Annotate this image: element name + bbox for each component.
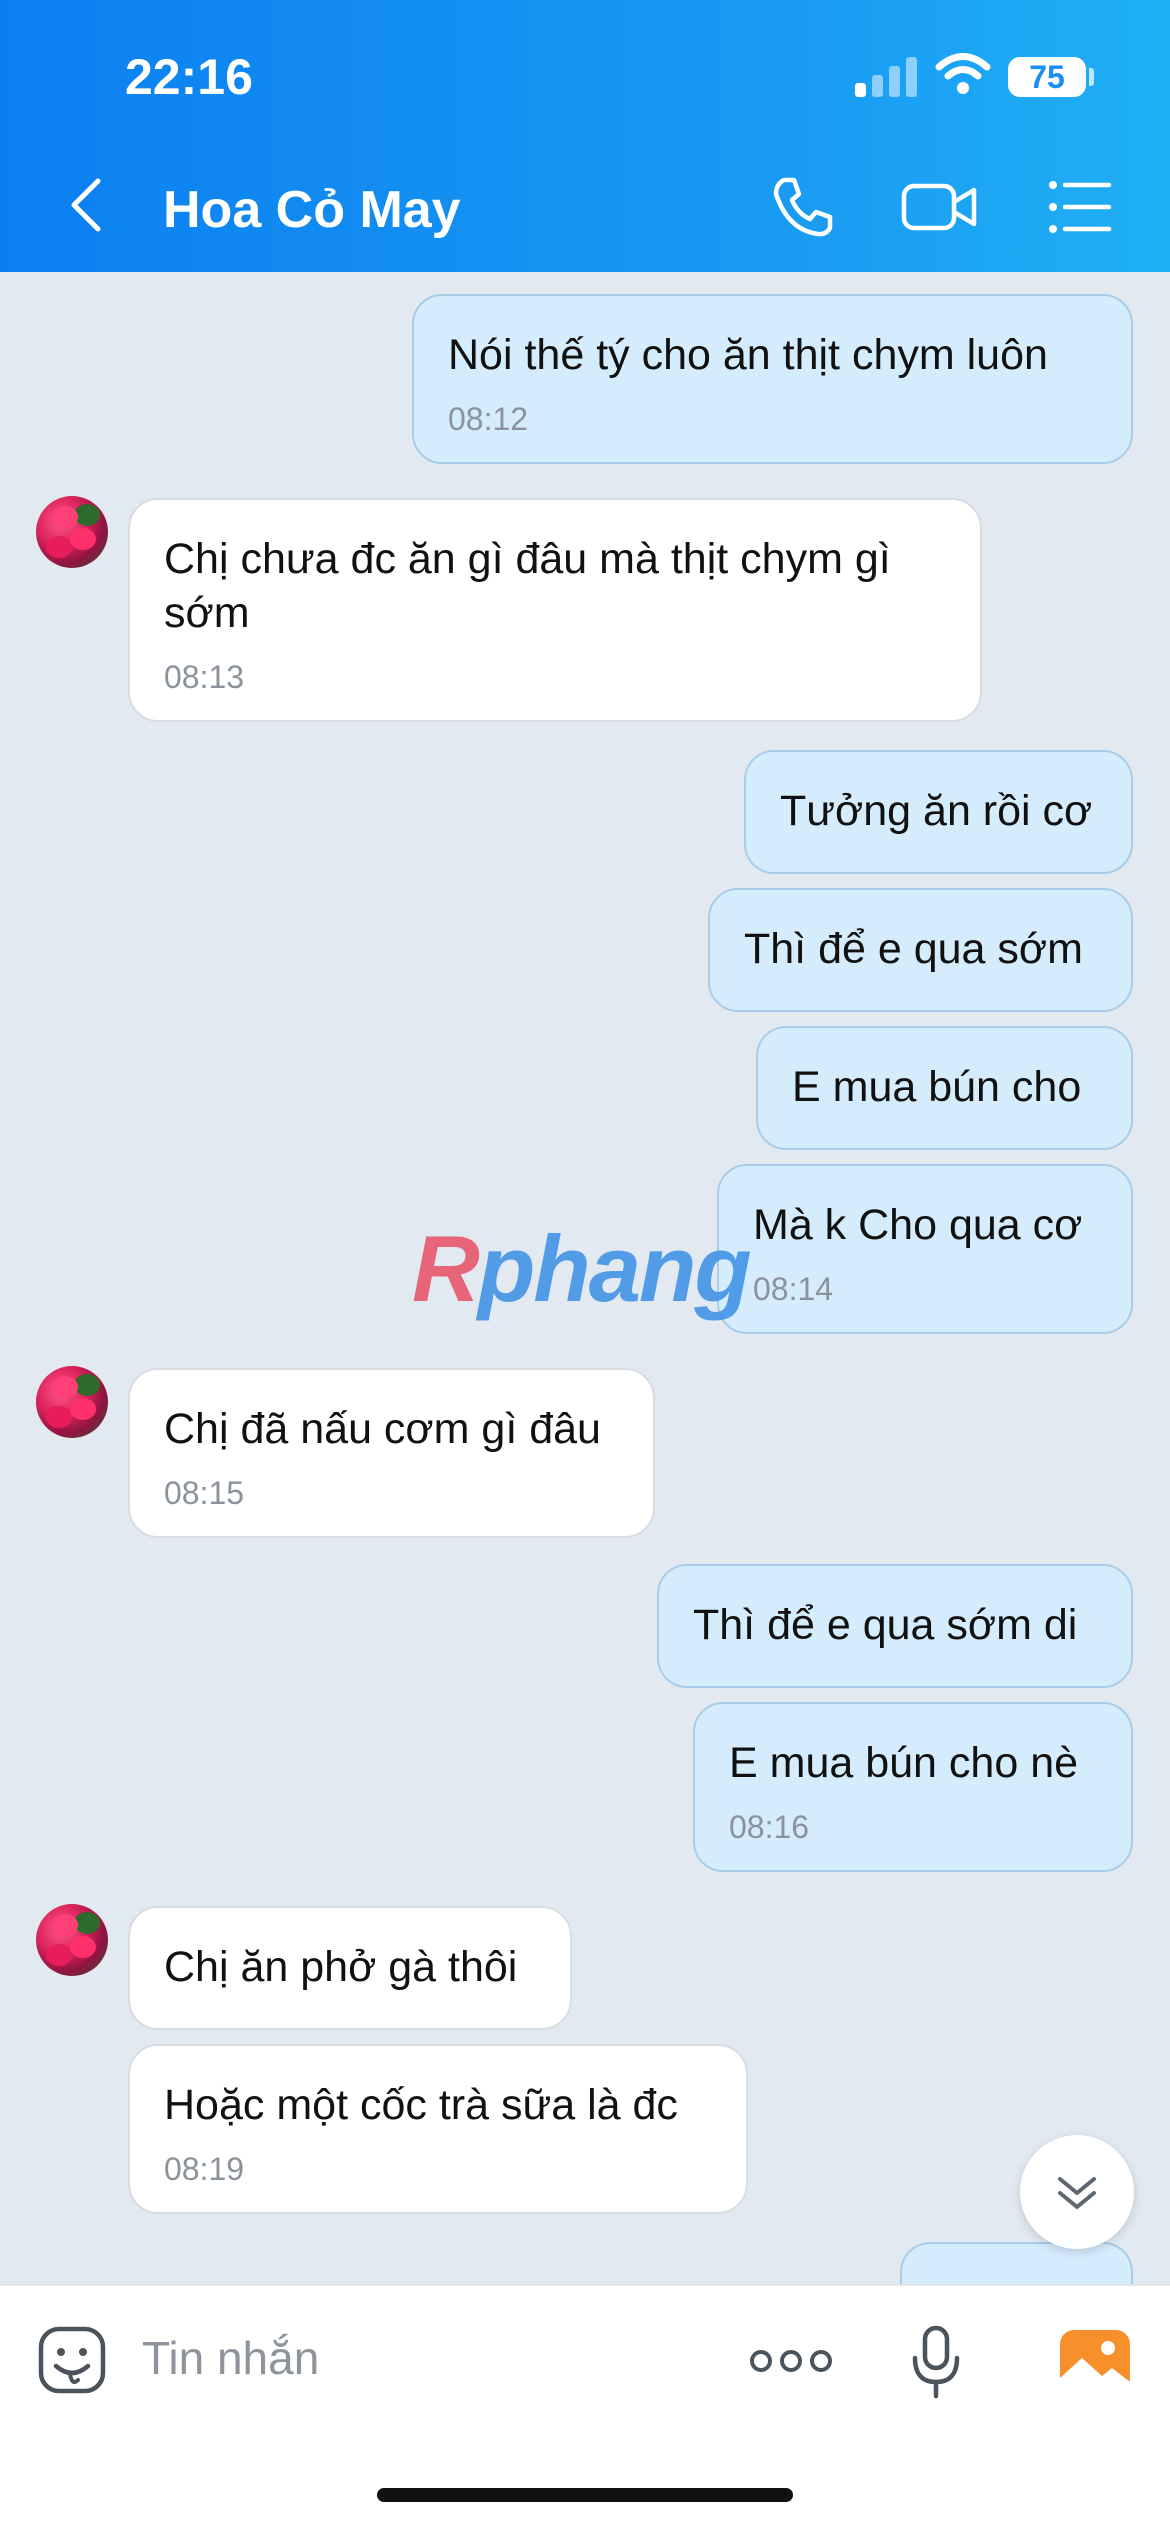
message-bubble-sent[interactable]: E mua bún cho nè 08:16 <box>693 1702 1133 1872</box>
message-text: Thì để e qua sớm <box>744 925 1083 973</box>
wifi-icon <box>935 53 991 94</box>
avatar[interactable] <box>36 496 108 568</box>
message-bubble-received[interactable]: Chị đã nấu cơm gì đâu 08:15 <box>128 1368 655 1538</box>
battery-level: 75 <box>1029 59 1065 95</box>
message-bubble-sent[interactable]: Nói thế tý cho ăn thịt chym luôn 08:12 <box>412 294 1133 464</box>
message-bubble-sent[interactable]: Thì để e qua sớm <box>708 888 1133 1012</box>
message-bubble-sent[interactable]: Tưởng ăn rồi cơ <box>744 750 1133 874</box>
message-bubble-received[interactable]: Chị chưa đc ăn gì đâu mà thịt chym gì sớ… <box>128 498 982 722</box>
avatar[interactable] <box>36 1366 108 1438</box>
message-time: 08:16 <box>729 1809 810 1845</box>
microphone-icon[interactable] <box>906 2322 966 2402</box>
image-gallery-icon[interactable] <box>1058 2328 1132 2394</box>
message-text: Chị chưa đc ăn gì đâu mà thịt chym gì sớ… <box>164 535 891 637</box>
sticker-face-icon[interactable] <box>36 2324 108 2396</box>
chat-header: 22:16 75 Hoa Cỏ May <box>0 0 1170 272</box>
message-time: 08:14 <box>753 1271 834 1307</box>
more-dots-icon[interactable] <box>748 2344 834 2378</box>
message-bubble-received[interactable]: Hoặc một cốc trà sữa là đc 08:19 <box>128 2044 748 2214</box>
battery-icon: 75 <box>1008 57 1086 97</box>
double-chevron-down-icon <box>1058 2177 1096 2209</box>
conversation-title[interactable]: Hoa Cỏ May <box>163 180 461 240</box>
home-indicator <box>377 2488 793 2502</box>
video-camera-icon[interactable] <box>900 172 980 242</box>
message-bubble-sent[interactable]: Thì để e qua sớm di <box>657 1564 1133 1688</box>
chevron-left-icon[interactable] <box>60 175 120 235</box>
message-bubble-sent[interactable]: Mà k Cho qua cơ 08:14 <box>717 1164 1133 1334</box>
message-time: 08:13 <box>164 659 245 695</box>
phone-icon[interactable] <box>768 172 838 242</box>
message-time: 08:12 <box>448 401 529 437</box>
message-input[interactable]: Tin nhắn <box>142 2331 319 2385</box>
message-time: 08:19 <box>164 2151 245 2187</box>
message-text: Hoặc một cốc trà sữa là đc <box>164 2081 678 2129</box>
cellular-signal-icon <box>855 55 917 97</box>
status-time: 22:16 <box>125 49 253 105</box>
message-text: Thì để e qua sớm di <box>693 1601 1078 1649</box>
message-text: Mà k Cho qua cơ <box>753 1201 1083 1249</box>
message-text: Nói thế tý cho ăn thịt chym luôn <box>448 331 1048 379</box>
message-bubble-received[interactable]: Chị ăn phở gà thôi <box>128 1906 572 2030</box>
message-text: Chị đã nấu cơm gì đâu <box>164 1405 601 1453</box>
list-menu-icon[interactable] <box>1045 172 1115 242</box>
message-time: 08:15 <box>164 1475 245 1511</box>
battery-tip <box>1089 68 1094 86</box>
message-text: Tưởng ăn rồi cơ <box>780 787 1093 835</box>
message-text: E mua bún cho <box>792 1063 1082 1111</box>
message-text: Chị ăn phở gà thôi <box>164 1943 518 1991</box>
message-text: E mua bún cho nè <box>729 1739 1079 1787</box>
scroll-to-bottom-button[interactable] <box>1020 2135 1134 2249</box>
watermark-logo: Rphang <box>412 1216 752 1321</box>
message-bubble-sent[interactable]: E mua bún cho <box>756 1026 1133 1150</box>
avatar[interactable] <box>36 1904 108 1976</box>
